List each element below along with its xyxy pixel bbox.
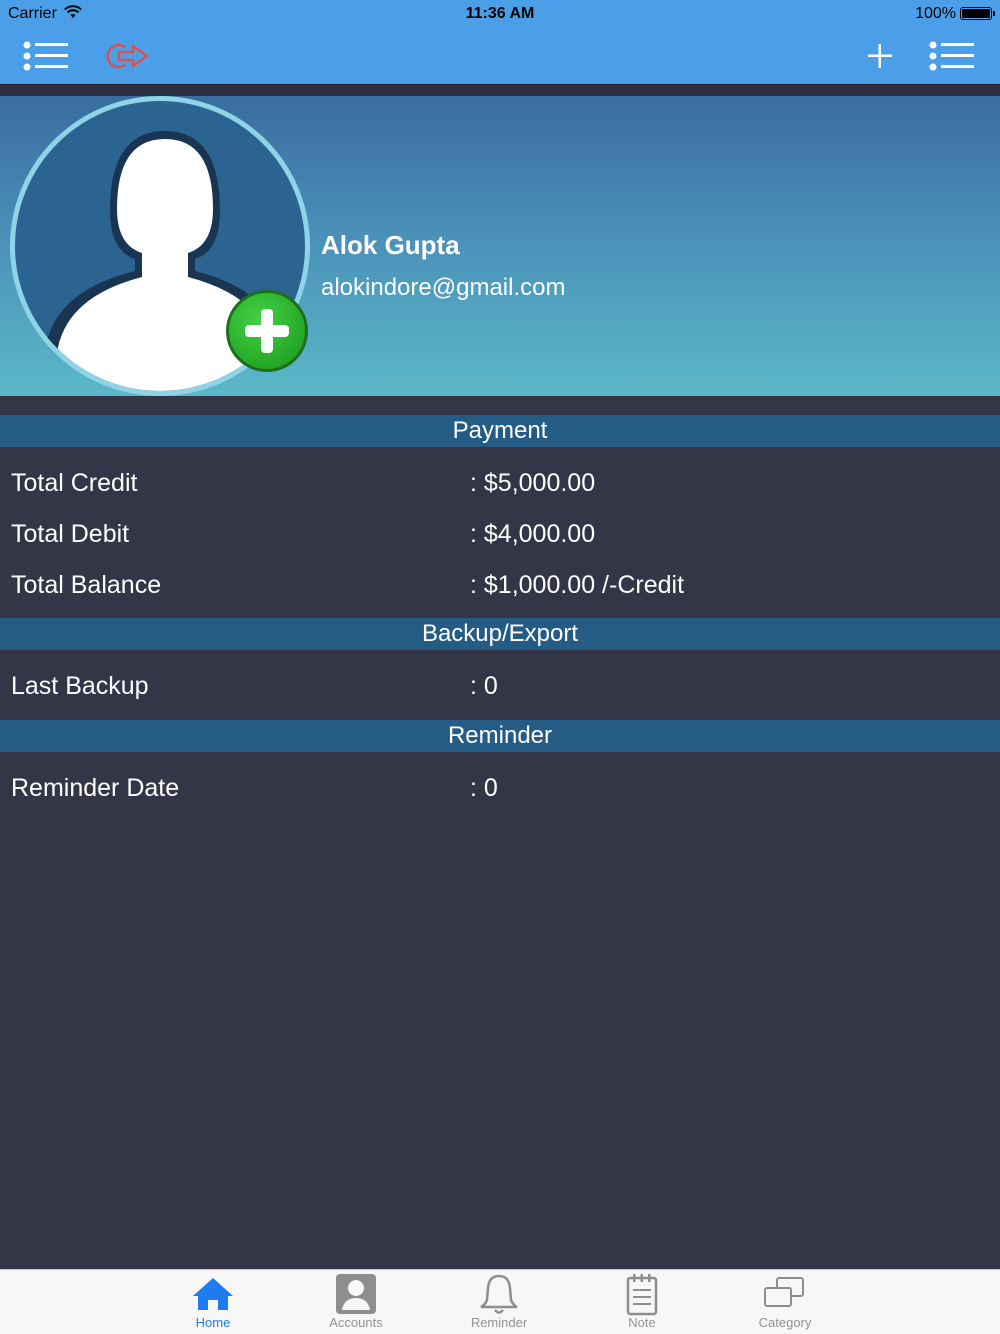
tab-accounts[interactable]: Accounts [301,1270,411,1334]
row-reminder-date: Reminder Date : 0 [0,762,1000,812]
tab-home[interactable]: Home [158,1270,268,1334]
tab-label: Reminder [470,1315,528,1330]
battery-icon [960,7,995,20]
tab-category[interactable]: Category [730,1270,840,1334]
tab-label: Note [628,1315,656,1330]
status-bar: Carrier 11:36 AM 100% [0,0,1000,28]
row-label: Reminder Date [11,774,180,802]
list-icon [23,41,68,71]
add-photo-button[interactable] [226,290,308,372]
plus-icon [868,44,892,68]
status-time: 11:36 AM [465,5,535,22]
tab-reminder[interactable]: Reminder [444,1270,554,1334]
nav-divider [0,84,1000,96]
tab-label: Accounts [329,1315,383,1330]
row-label: Last Backup [11,672,149,700]
row-value: : $1,000.00 /-Credit [470,571,685,599]
row-value: : 0 [470,672,498,700]
options-button[interactable] [928,36,976,76]
battery-percent: 100% [915,5,956,22]
row-total-balance: Total Balance : $1,000.00 /-Credit [0,559,1000,609]
nav-bar [0,28,1000,84]
row-total-debit: Total Debit : $4,000.00 [0,508,1000,558]
note-icon [626,1274,658,1316]
logout-button[interactable] [104,36,152,76]
row-value: : $5,000.00 [470,469,596,497]
profile-header: Alok Gupta alokindore@gmail.com [0,96,1000,396]
tab-note[interactable]: Note [587,1270,697,1334]
row-value: : $4,000.00 [470,520,596,548]
tab-label: Home [195,1315,231,1330]
bell-icon [480,1274,518,1314]
section-header-reminder: Reminder [0,720,1000,752]
add-button[interactable] [856,36,904,76]
section-header-backup: Backup/Export [0,618,1000,650]
menu-button[interactable] [22,36,70,76]
row-label: Total Credit [11,469,138,497]
row-label: Total Debit [11,520,130,548]
user-name: Alok Gupta [321,230,460,260]
category-icon [764,1277,804,1307]
tab-label: Category [758,1315,812,1330]
user-email: alokindore@gmail.com [321,274,566,301]
account-icon [336,1274,376,1314]
section-header-payment: Payment [0,415,1000,447]
logout-icon [106,43,149,69]
row-last-backup: Last Backup : 0 [0,660,1000,710]
row-label: Total Balance [11,571,162,599]
tab-bar: Home Accounts Reminder Note Category [0,1269,1000,1334]
home-icon [193,1278,233,1310]
row-total-credit: Total Credit : $5,000.00 [0,457,1000,507]
list-icon [929,41,974,71]
avatar[interactable] [10,96,310,396]
row-value: : 0 [470,774,498,802]
plus-icon [245,309,289,353]
